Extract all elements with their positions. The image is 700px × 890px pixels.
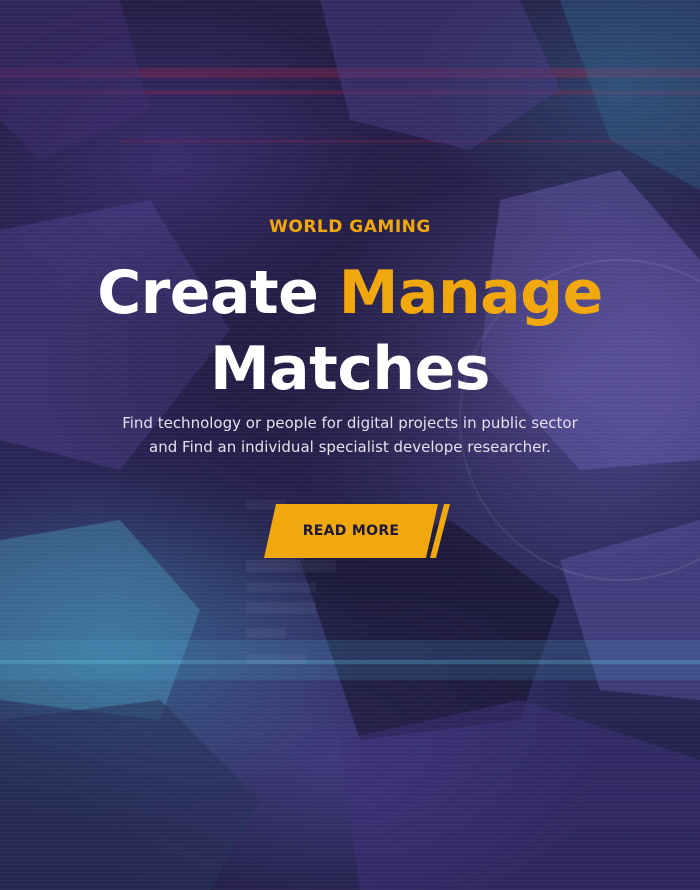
hero-title-line2: Matches [209, 334, 491, 404]
hero-title: Create Manage Matches [0, 255, 700, 407]
read-more-button[interactable]: READ MORE [264, 504, 438, 558]
hero-subtitle: Find technology or people for digital pr… [90, 411, 610, 459]
hero-title-accent: Manage [338, 258, 604, 328]
hero-eyebrow: WORLD GAMING [269, 217, 431, 237]
hero-subtitle-line1: Find technology or people for digital pr… [122, 414, 578, 432]
hero-section: WORLD GAMING Create Manage Matches Find … [0, 0, 700, 890]
read-more-button-wrap: READ MORE [264, 504, 454, 558]
hero-subtitle-line2: and Find an individual specialist develo… [149, 438, 551, 456]
hero-title-part1: Create [97, 258, 339, 328]
